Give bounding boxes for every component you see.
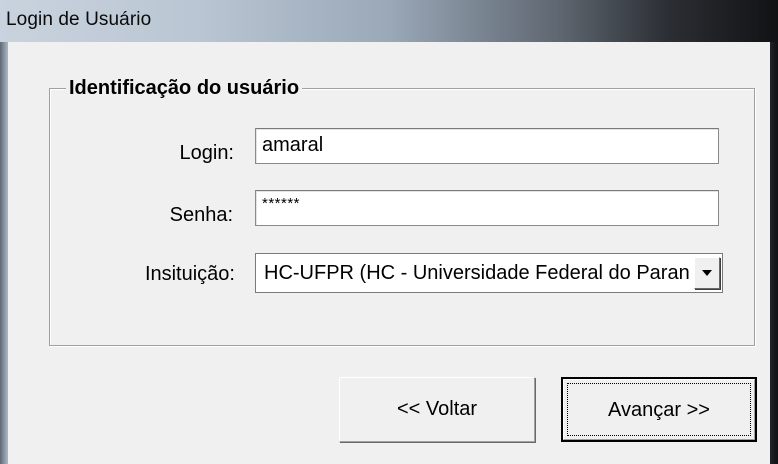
login-label: Login: [179,142,235,164]
senha-label: Senha: [169,204,233,226]
instituicao-label: Insituição: [144,263,235,285]
back-button[interactable]: << Voltar [339,377,535,442]
senha-value: ****** [262,195,301,212]
next-button[interactable]: Avançar >> [561,377,757,442]
window-frame-right [770,42,778,464]
instituicao-select[interactable]: HC-UFPR (HC - Universidade Federal do Pa… [255,253,723,293]
group-legend: Identificação do usuário [66,75,303,101]
login-dialog: Login de Usuário Identificação do usuári… [0,0,778,464]
title-bar[interactable]: Login de Usuário [0,0,778,42]
dropdown-button[interactable] [694,257,720,289]
senha-field[interactable]: ****** [255,190,719,226]
window-frame-left [0,42,8,464]
dialog-body: Identificação do usuário Login: amaral S… [8,42,770,464]
back-button-label: << Voltar [396,398,478,420]
instituicao-value: HC-UFPR (HC - Universidade Federal do Pa… [264,262,689,284]
chevron-down-icon [702,270,712,276]
login-value: amaral [262,134,324,156]
login-field[interactable]: amaral [255,128,719,164]
next-button-label: Avançar >> [608,399,710,421]
window-title: Login de Usuário [6,9,152,30]
